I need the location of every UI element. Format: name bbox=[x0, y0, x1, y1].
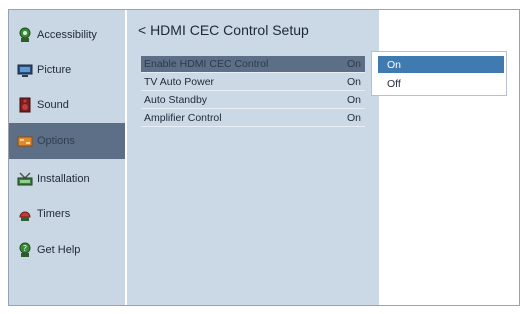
setting-value: On bbox=[346, 76, 361, 88]
sidebar-item-picture[interactable]: Picture bbox=[9, 52, 125, 88]
sidebar-item-options[interactable]: Options bbox=[9, 123, 125, 159]
sidebar-item-get-help[interactable]: ? Get Help bbox=[9, 232, 125, 268]
setting-label: Auto Standby bbox=[144, 94, 208, 106]
sidebar-item-installation[interactable]: Installation bbox=[9, 161, 125, 197]
settings-panel: < HDMI CEC Control Setup Enable HDMI CEC… bbox=[127, 10, 379, 305]
setting-label: TV Auto Power bbox=[144, 76, 215, 88]
setting-row-auto-standby[interactable]: Auto Standby On bbox=[141, 92, 365, 109]
picture-icon bbox=[17, 62, 33, 78]
setting-label: Enable HDMI CEC Control bbox=[144, 58, 269, 70]
setting-value: On bbox=[346, 94, 361, 106]
get-help-icon: ? bbox=[17, 242, 33, 258]
sidebar-item-timers[interactable]: Timers bbox=[9, 196, 125, 232]
options-icon bbox=[17, 133, 33, 149]
sidebar-item-label: Accessibility bbox=[37, 29, 97, 41]
setting-label: Amplifier Control bbox=[144, 112, 222, 124]
value-dropdown: On Off bbox=[371, 51, 507, 96]
dropdown-option-on[interactable]: On bbox=[378, 56, 504, 73]
svg-text:?: ? bbox=[23, 244, 27, 253]
sidebar-item-label: Options bbox=[37, 135, 75, 147]
setting-row-enable-hdmi-cec-control[interactable]: Enable HDMI CEC Control On bbox=[141, 56, 365, 73]
page-title[interactable]: < HDMI CEC Control Setup bbox=[138, 22, 309, 38]
sidebar-item-sound[interactable]: Sound bbox=[9, 87, 125, 123]
setting-value: On bbox=[346, 58, 361, 70]
timers-icon bbox=[17, 206, 33, 222]
sidebar-item-label: Picture bbox=[37, 64, 72, 76]
sidebar-item-label: Timers bbox=[37, 208, 71, 220]
sound-icon bbox=[17, 97, 33, 113]
sidebar: Accessibility Picture Sound Options Inst… bbox=[9, 10, 125, 305]
accessibility-icon bbox=[17, 27, 33, 43]
setting-value: On bbox=[346, 112, 361, 124]
sidebar-item-label: Sound bbox=[37, 99, 69, 111]
sidebar-item-label: Installation bbox=[37, 173, 90, 185]
dropdown-option-off[interactable]: Off bbox=[378, 75, 504, 92]
setting-row-amplifier-control[interactable]: Amplifier Control On bbox=[141, 110, 365, 127]
setting-row-tv-auto-power[interactable]: TV Auto Power On bbox=[141, 74, 365, 91]
sidebar-item-label: Get Help bbox=[37, 244, 81, 256]
sidebar-item-accessibility[interactable]: Accessibility bbox=[9, 17, 125, 53]
installation-icon bbox=[17, 171, 33, 187]
